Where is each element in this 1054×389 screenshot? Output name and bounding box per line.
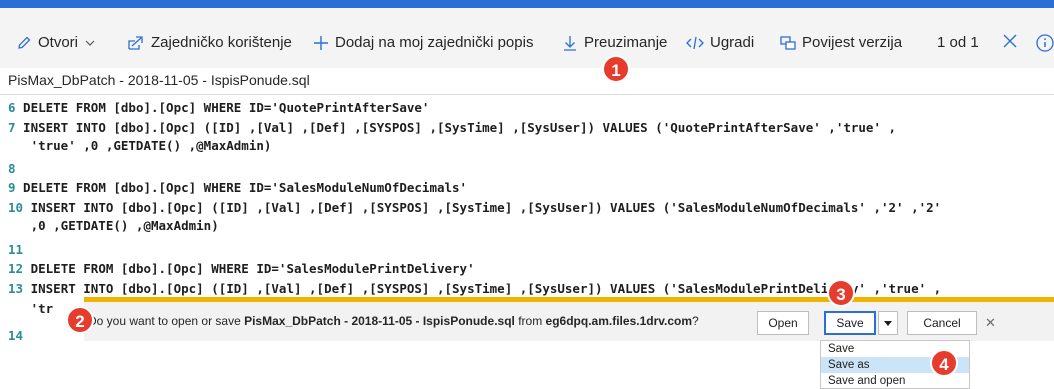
page-count: 1 od 1 [937, 34, 979, 51]
top-accent-bar [0, 0, 1054, 8]
cancel-button[interactable]: Cancel [907, 311, 977, 335]
add-to-list-button[interactable]: Dodaj na moj zajednički popis [313, 34, 533, 51]
download-filename: PisMax_DbPatch - 2018-11-05 - IspisPonud… [244, 314, 515, 328]
step-badge-2: 2 [66, 306, 94, 334]
divider [0, 94, 1054, 95]
share-label: Zajedničko korištenje [151, 34, 292, 51]
line-number: 10 [8, 200, 24, 215]
open-file-button[interactable]: Open [757, 311, 809, 335]
file-breadcrumb: PisMax_DbPatch - 2018-11-05 - IspisPonud… [8, 72, 310, 88]
code-text: INSERT INTO [dbo].[Opc] ([ID] ,[Val] ,[D… [15, 120, 897, 135]
download-label: Preuzimanje [584, 34, 668, 51]
download-host: eg6dpq.am.files.1drv.com [545, 314, 693, 328]
download-notification-bar: Do you want to open or save PisMax_DbPat… [84, 297, 1054, 341]
code-line: 9 DELETE FROM [dbo].[Opc] WHERE ID='Sale… [8, 178, 467, 198]
version-history-icon [780, 35, 796, 51]
download-message: Do you want to open or save PisMax_DbPat… [88, 314, 699, 328]
download-message-suffix: ? [692, 314, 699, 328]
code-text: ,0 ,GETDATE() ,@MaxAdmin) [8, 218, 219, 233]
line-number: 9 [8, 180, 16, 195]
step-badge-1: 1 [602, 55, 630, 83]
step-badge-4: 4 [930, 349, 958, 377]
version-history-label: Povijest verzija [802, 34, 903, 51]
download-message-prefix: Do you want to open or save [88, 314, 245, 328]
close-icon[interactable] [1003, 34, 1017, 48]
embed-button[interactable]: Ugradi [686, 34, 754, 51]
code-line: 6 DELETE FROM [dbo].[Opc] WHERE ID='Quot… [8, 98, 429, 118]
open-button[interactable]: Otvori [16, 34, 96, 51]
code-line: 14 [8, 326, 23, 346]
step-badge-3: 3 [827, 279, 855, 307]
caret-down-icon [884, 316, 892, 330]
add-label: Dodaj na moj zajednički popis [335, 34, 534, 51]
line-number: 6 [8, 100, 16, 115]
code-line: 8 [8, 159, 16, 179]
code-line: 'tr [8, 299, 54, 319]
download-icon [562, 35, 578, 51]
download-button[interactable]: Preuzimanje [562, 34, 667, 51]
save-dropdown-button[interactable] [878, 311, 898, 335]
code-line: 10 INSERT INTO [dbo].[Opc] ([ID] ,[Val] … [8, 198, 941, 218]
plus-icon [313, 35, 329, 51]
code-line: 11 [8, 240, 23, 260]
code-text: DELETE FROM [dbo].[Opc] WHERE ID='QuoteP… [15, 100, 430, 115]
code-text: INSERT INTO [dbo].[Opc] ([ID] ,[Val] ,[D… [23, 281, 942, 296]
line-number: 14 [8, 328, 24, 343]
code-text: DELETE FROM [dbo].[Opc] WHERE ID='SalesM… [15, 180, 468, 195]
share-icon [127, 35, 145, 51]
share-button[interactable]: Zajedničko korištenje [127, 34, 292, 51]
line-number: 8 [8, 161, 16, 176]
code-text: INSERT INTO [dbo].[Opc] ([ID] ,[Val] ,[D… [23, 200, 942, 215]
embed-label: Ugradi [710, 34, 755, 51]
line-number: 11 [8, 242, 24, 257]
line-number: 7 [8, 120, 16, 135]
save-button[interactable]: Save [824, 311, 876, 335]
close-notification-icon[interactable]: ✕ [985, 315, 996, 331]
code-text: 'tr [8, 301, 54, 316]
code-text: DELETE FROM [dbo].[Opc] WHERE ID='SalesM… [23, 261, 475, 276]
code-line: 12 DELETE FROM [dbo].[Opc] WHERE ID='Sal… [8, 259, 475, 279]
info-icon[interactable] [1036, 34, 1054, 52]
version-history-button[interactable]: Povijest verzija [780, 34, 902, 51]
code-line: 'true' ,0 ,GETDATE() ,@MaxAdmin) [8, 136, 272, 156]
code-line: 7 INSERT INTO [dbo].[Opc] ([ID] ,[Val] ,… [8, 118, 896, 138]
code-line: ,0 ,GETDATE() ,@MaxAdmin) [8, 216, 219, 236]
command-bar: Otvori Zajedničko korištenje Dodaj na mo… [0, 8, 1054, 68]
code-icon [686, 36, 704, 50]
chevron-down-icon [84, 37, 96, 49]
code-line: 13 INSERT INTO [dbo].[Opc] ([ID] ,[Val] … [8, 279, 941, 299]
line-number: 13 [8, 281, 24, 296]
open-label: Otvori [38, 34, 79, 51]
line-number: 12 [8, 261, 24, 276]
download-message-middle: from [514, 314, 546, 328]
pencil-icon [16, 35, 32, 51]
code-text: 'true' ,0 ,GETDATE() ,@MaxAdmin) [8, 138, 272, 153]
